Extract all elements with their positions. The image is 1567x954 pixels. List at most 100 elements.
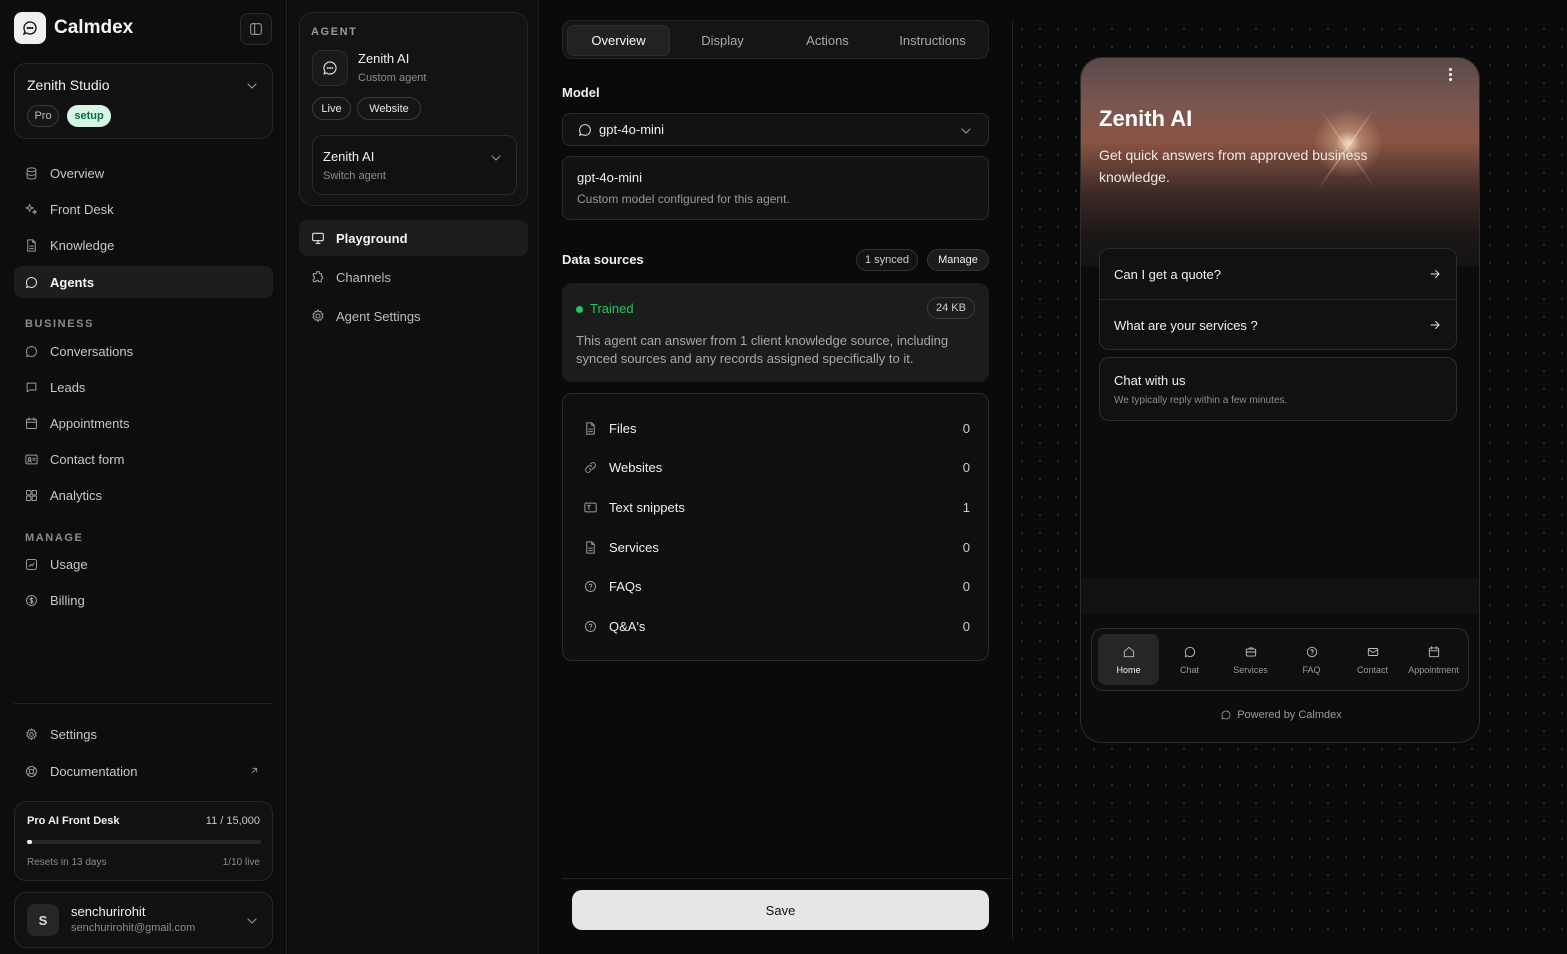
sidebar-panel-icon	[250, 23, 262, 35]
source-count: 0	[962, 578, 970, 594]
chevron-down-icon	[247, 918, 257, 924]
section-label-business: BUSINESS	[25, 318, 95, 330]
source-count: 0	[962, 420, 970, 436]
sidebar-item-agents[interactable]: Agents	[14, 266, 273, 298]
source-row-qas[interactable]: Q&A's 0	[583, 614, 970, 638]
chat-with-us-card[interactable]: Chat with us We typically reply within a…	[1099, 357, 1457, 421]
home-icon	[1123, 646, 1134, 657]
brand[interactable]: Calmdex	[14, 12, 133, 44]
help-circle-icon	[1306, 646, 1317, 657]
plan-reset-text: Resets in 13 days	[27, 857, 107, 868]
workspace-switcher[interactable]: Zenith Studio Pro setup	[14, 63, 273, 139]
sidebar-item-analytics[interactable]: Analytics	[14, 479, 273, 511]
file-icon	[586, 540, 595, 554]
briefcase-icon	[1245, 646, 1256, 657]
switcher-sub: Switch agent	[323, 170, 386, 182]
suggested-question[interactable]: What are your services ?	[1100, 300, 1456, 350]
sidebar-item-knowledge[interactable]: Knowledge	[14, 229, 273, 261]
sidebar-item-usage[interactable]: Usage	[14, 548, 273, 580]
model-card-sub: Custom model configured for this agent.	[577, 192, 790, 206]
chat-bubble-icon	[323, 61, 337, 75]
agent-menu-playground[interactable]: Playground	[299, 220, 528, 256]
chat-bubble-icon	[1184, 646, 1195, 657]
sidebar-item-documentation[interactable]: Documentation	[14, 755, 273, 787]
file-icon	[27, 238, 36, 252]
sidebar-divider	[14, 703, 273, 704]
sidebar-item-contact-form[interactable]: Contact form	[14, 443, 273, 475]
source-name: Services	[609, 539, 659, 555]
tab-actions[interactable]: Actions	[776, 25, 879, 56]
dollar-icon	[26, 594, 37, 606]
model-select[interactable]: gpt-4o-mini	[562, 113, 989, 146]
widget-nav-faq[interactable]: FAQ	[1281, 634, 1342, 685]
arrow-right-icon	[1430, 270, 1440, 278]
agent-switcher[interactable]: Zenith AI Switch agent	[312, 135, 517, 195]
sidebar-item-settings[interactable]: Settings	[14, 718, 273, 750]
source-name: FAQs	[609, 578, 642, 594]
plan-count: 11 / 15,000	[205, 815, 260, 827]
suggested-question[interactable]: Can I get a quote?	[1100, 249, 1456, 299]
sidebar-item-label: Settings	[50, 726, 97, 742]
agent-menu-channels[interactable]: Channels	[299, 259, 528, 295]
more-vertical-icon[interactable]	[1449, 68, 1453, 83]
powered-by[interactable]: Powered by Calmdex	[1081, 709, 1479, 721]
source-row-faqs[interactable]: FAQs 0	[583, 574, 970, 598]
widget-nav-services[interactable]: Services	[1220, 634, 1281, 685]
widget-nav-home[interactable]: Home	[1098, 634, 1159, 685]
main-content: Overview Display Actions Instructions Mo…	[540, 0, 1011, 954]
widget-preview-area: Zenith AI Get quick answers from approve…	[1012, 20, 1567, 940]
sidebar: Calmdex Zenith Studio Pro setup Overview…	[0, 0, 287, 954]
chat-card-sub: We typically reply within a few minutes.	[1114, 395, 1288, 406]
sidebar-item-conversations[interactable]: Conversations	[14, 335, 273, 367]
plan-title: Pro AI Front Desk	[27, 815, 120, 827]
widget-nav-chat[interactable]: Chat	[1159, 634, 1220, 685]
source-row-services[interactable]: Services 0	[583, 535, 970, 559]
tab-display[interactable]: Display	[671, 25, 774, 56]
source-count: 0	[962, 539, 970, 555]
tab-overview[interactable]: Overview	[567, 25, 670, 56]
training-status: Trained	[590, 301, 634, 316]
sidebar-item-label: Billing	[50, 592, 85, 608]
sidebar-item-leads[interactable]: Leads	[14, 371, 273, 403]
agent-menu-label: Playground	[336, 230, 408, 246]
chat-bubble-icon	[1221, 710, 1231, 720]
widget-nav-label: Appointment	[1408, 664, 1459, 675]
plan-badge: Pro	[27, 105, 59, 127]
source-row-text-snippets[interactable]: Text snippets 1	[583, 495, 970, 519]
synced-badge: 1 synced	[856, 249, 918, 271]
chevron-down-icon	[961, 128, 971, 134]
widget-nav-appointment[interactable]: Appointment	[1403, 634, 1464, 685]
setup-badge[interactable]: setup	[67, 105, 111, 127]
sidebar-item-overview[interactable]: Overview	[14, 157, 273, 189]
manage-button[interactable]: Manage	[927, 249, 989, 271]
sidebar-item-appointments[interactable]: Appointments	[14, 407, 273, 439]
sidebar-item-label: Front Desk	[50, 201, 114, 217]
sidebar-item-front-desk[interactable]: Front Desk	[14, 193, 273, 225]
chat-bubble-icon	[26, 345, 37, 357]
agent-menu-settings[interactable]: Agent Settings	[299, 298, 528, 334]
widget-bottom-nav: Home Chat Services FAQ Contact Appointme…	[1091, 628, 1469, 691]
source-count: 0	[962, 618, 970, 634]
source-row-files[interactable]: Files 0	[583, 416, 970, 440]
plan-live-count: 1/10 live	[222, 857, 260, 868]
chat-widget-preview: Zenith AI Get quick answers from approve…	[1080, 57, 1480, 743]
source-name: Text snippets	[609, 499, 685, 515]
save-button[interactable]: Save	[572, 890, 989, 930]
brand-logo-icon	[14, 12, 46, 44]
calendar-icon	[26, 416, 37, 429]
sidebar-item-label: Leads	[50, 379, 86, 395]
source-row-websites[interactable]: Websites 0	[583, 455, 970, 479]
switcher-agent-name: Zenith AI	[323, 149, 375, 164]
sidebar-toggle-button[interactable]	[240, 13, 272, 45]
help-circle-icon	[585, 620, 596, 632]
model-select-value: gpt-4o-mini	[599, 122, 665, 137]
sidebar-item-label: Knowledge	[50, 237, 115, 253]
avatar: S	[27, 904, 59, 936]
database-icon	[26, 166, 37, 180]
tab-instructions[interactable]: Instructions	[881, 25, 984, 56]
agent-panel: AGENT Zenith AI Custom agent Live Websit…	[288, 0, 539, 954]
brand-name: Calmdex	[54, 17, 134, 38]
sidebar-item-billing[interactable]: Billing	[14, 584, 273, 616]
user-menu[interactable]: S senchurirohit senchurirohit@gmail.com	[14, 892, 273, 948]
widget-nav-contact[interactable]: Contact	[1342, 634, 1403, 685]
